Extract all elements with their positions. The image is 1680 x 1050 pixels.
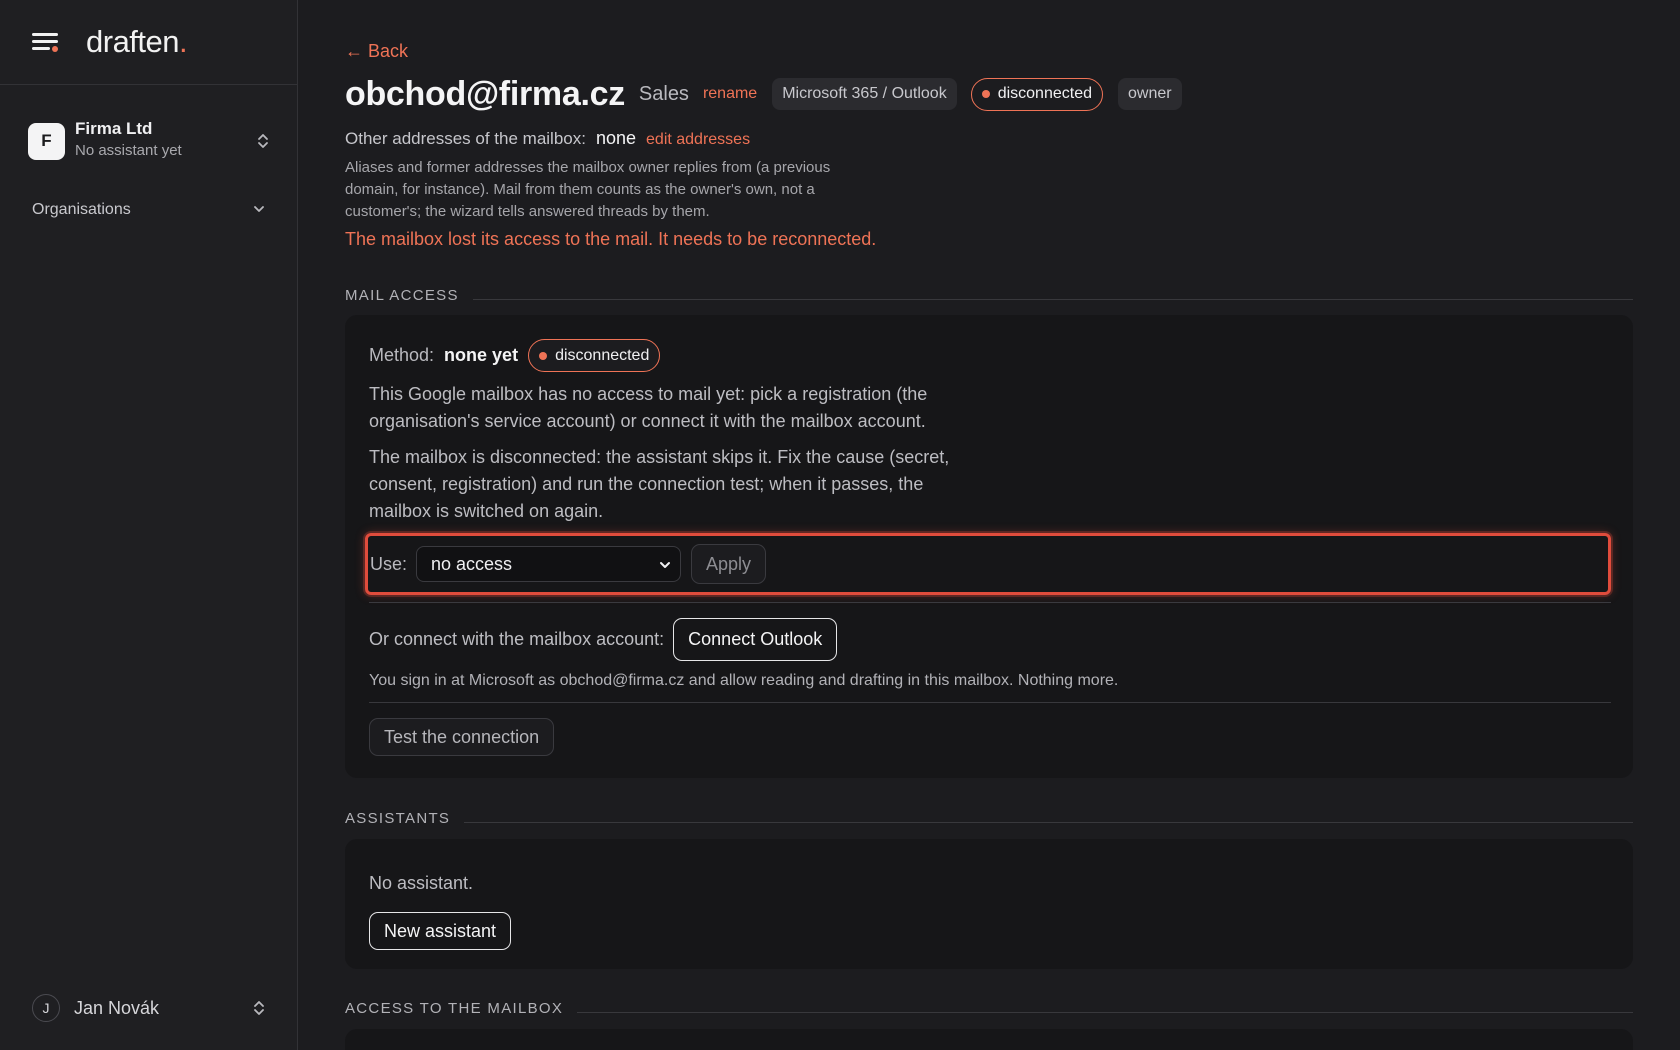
sidebar: draften. F Firma Ltd No assistant yet Or… [0,0,298,1050]
org-avatar: F [28,122,65,160]
divider [369,602,1611,603]
access-description: This Google mailbox has no access to mai… [369,384,928,431]
connect-row: Or connect with the mailbox account: Con… [369,618,838,661]
method-value: none yet [444,345,519,365]
sidebar-header: draften. [0,0,297,85]
mailbox-access-card [345,1029,1633,1050]
status-badge: disconnected [970,77,1103,111]
logo[interactable]: draften. [86,24,188,60]
registration-select[interactable]: no access [416,546,682,582]
user-name: Jan Novák [74,997,160,1018]
app-root: draften. F Firma Ltd No assistant yet Or… [0,0,1680,1050]
registration-select-value: no access [431,553,513,574]
rename-link[interactable]: rename [703,85,757,103]
addresses-help: Aliases and former addresses the mailbox… [345,159,831,220]
method-label: Method: [369,345,435,365]
sidebar-item-organisations[interactable]: Organisations [32,198,266,222]
org-name: Firma Ltd [75,119,153,138]
use-label: Use: [370,553,408,574]
status-text: disconnected [997,85,1092,102]
menu-icon[interactable] [32,31,60,53]
chevron-up-down-icon [256,131,270,151]
provider-chip: Microsoft 365 / Outlook [772,78,957,110]
main-content: ← Back obchod@firma.cz Sales rename Micr… [345,0,1635,1050]
page-title: obchod@firma.cz [345,74,625,113]
status-badge: disconnected [528,339,661,372]
addresses-label: Other addresses of the mailbox: [345,129,586,148]
error-message: The mailbox lost its access to the mail.… [345,229,877,249]
disconnected-description: The mailbox is disconnected: the assista… [369,447,950,521]
edit-addresses-link[interactable]: edit addresses [646,131,750,149]
addresses-value: none [595,128,637,148]
chevron-down-icon [252,201,266,219]
chevron-down-icon [658,554,672,575]
assistants-card: No assistant. New assistant [345,839,1633,969]
mail-access-card: Method: none yet disconnected This Googl… [345,315,1633,778]
title-row: obchod@firma.cz Sales rename Microsoft 3… [345,72,1182,116]
user-switcher[interactable]: J Jan Novák [32,994,266,1022]
method-row: Method: none yet disconnected [369,339,661,372]
section-rule [577,1011,1633,1013]
test-connection-button[interactable]: Test the connection [369,718,555,756]
back-link[interactable]: ← Back [345,41,408,62]
role-chip: owner [1118,78,1182,110]
apply-button[interactable]: Apply [691,544,767,584]
logo-dot: . [179,24,188,59]
section-mailbox-access: ACCESS TO THE MAILBOX [345,998,1633,1018]
section-title: ASSISTANTS [345,809,451,827]
status-dot-icon [981,90,990,98]
section-title: MAIL ACCESS [345,286,459,304]
addresses-row: Other addresses of the mailbox: none edi… [345,128,750,149]
org-switcher[interactable]: F Firma Ltd No assistant yet [28,118,270,164]
divider [369,702,1611,703]
sidebar-item-label: Organisations [32,201,131,218]
section-rule [464,821,1633,823]
section-rule [472,298,1633,300]
org-text: Firma Ltd No assistant yet [75,119,256,163]
connect-help: You sign in at Microsoft as obchod@firma… [369,672,1119,689]
mailbox-label: Sales [638,82,689,105]
connect-outlook-button[interactable]: Connect Outlook [673,618,838,661]
new-assistant-button[interactable]: New assistant [369,912,512,950]
section-mail-access: MAIL ACCESS [345,285,1633,305]
no-assistant-text: No assistant. [369,873,474,893]
chevron-up-down-icon [252,998,266,1018]
org-subtitle: No assistant yet [75,142,182,159]
section-title: ACCESS TO THE MAILBOX [345,999,564,1017]
status-dot-icon [539,351,548,360]
logo-text: draften [86,24,180,59]
connect-label: Or connect with the mailbox account: [369,629,665,649]
use-registration-row: Use: no access Apply [365,533,1611,595]
user-avatar: J [32,994,60,1022]
status-text: disconnected [555,346,650,364]
section-assistants: ASSISTANTS [345,808,1633,828]
